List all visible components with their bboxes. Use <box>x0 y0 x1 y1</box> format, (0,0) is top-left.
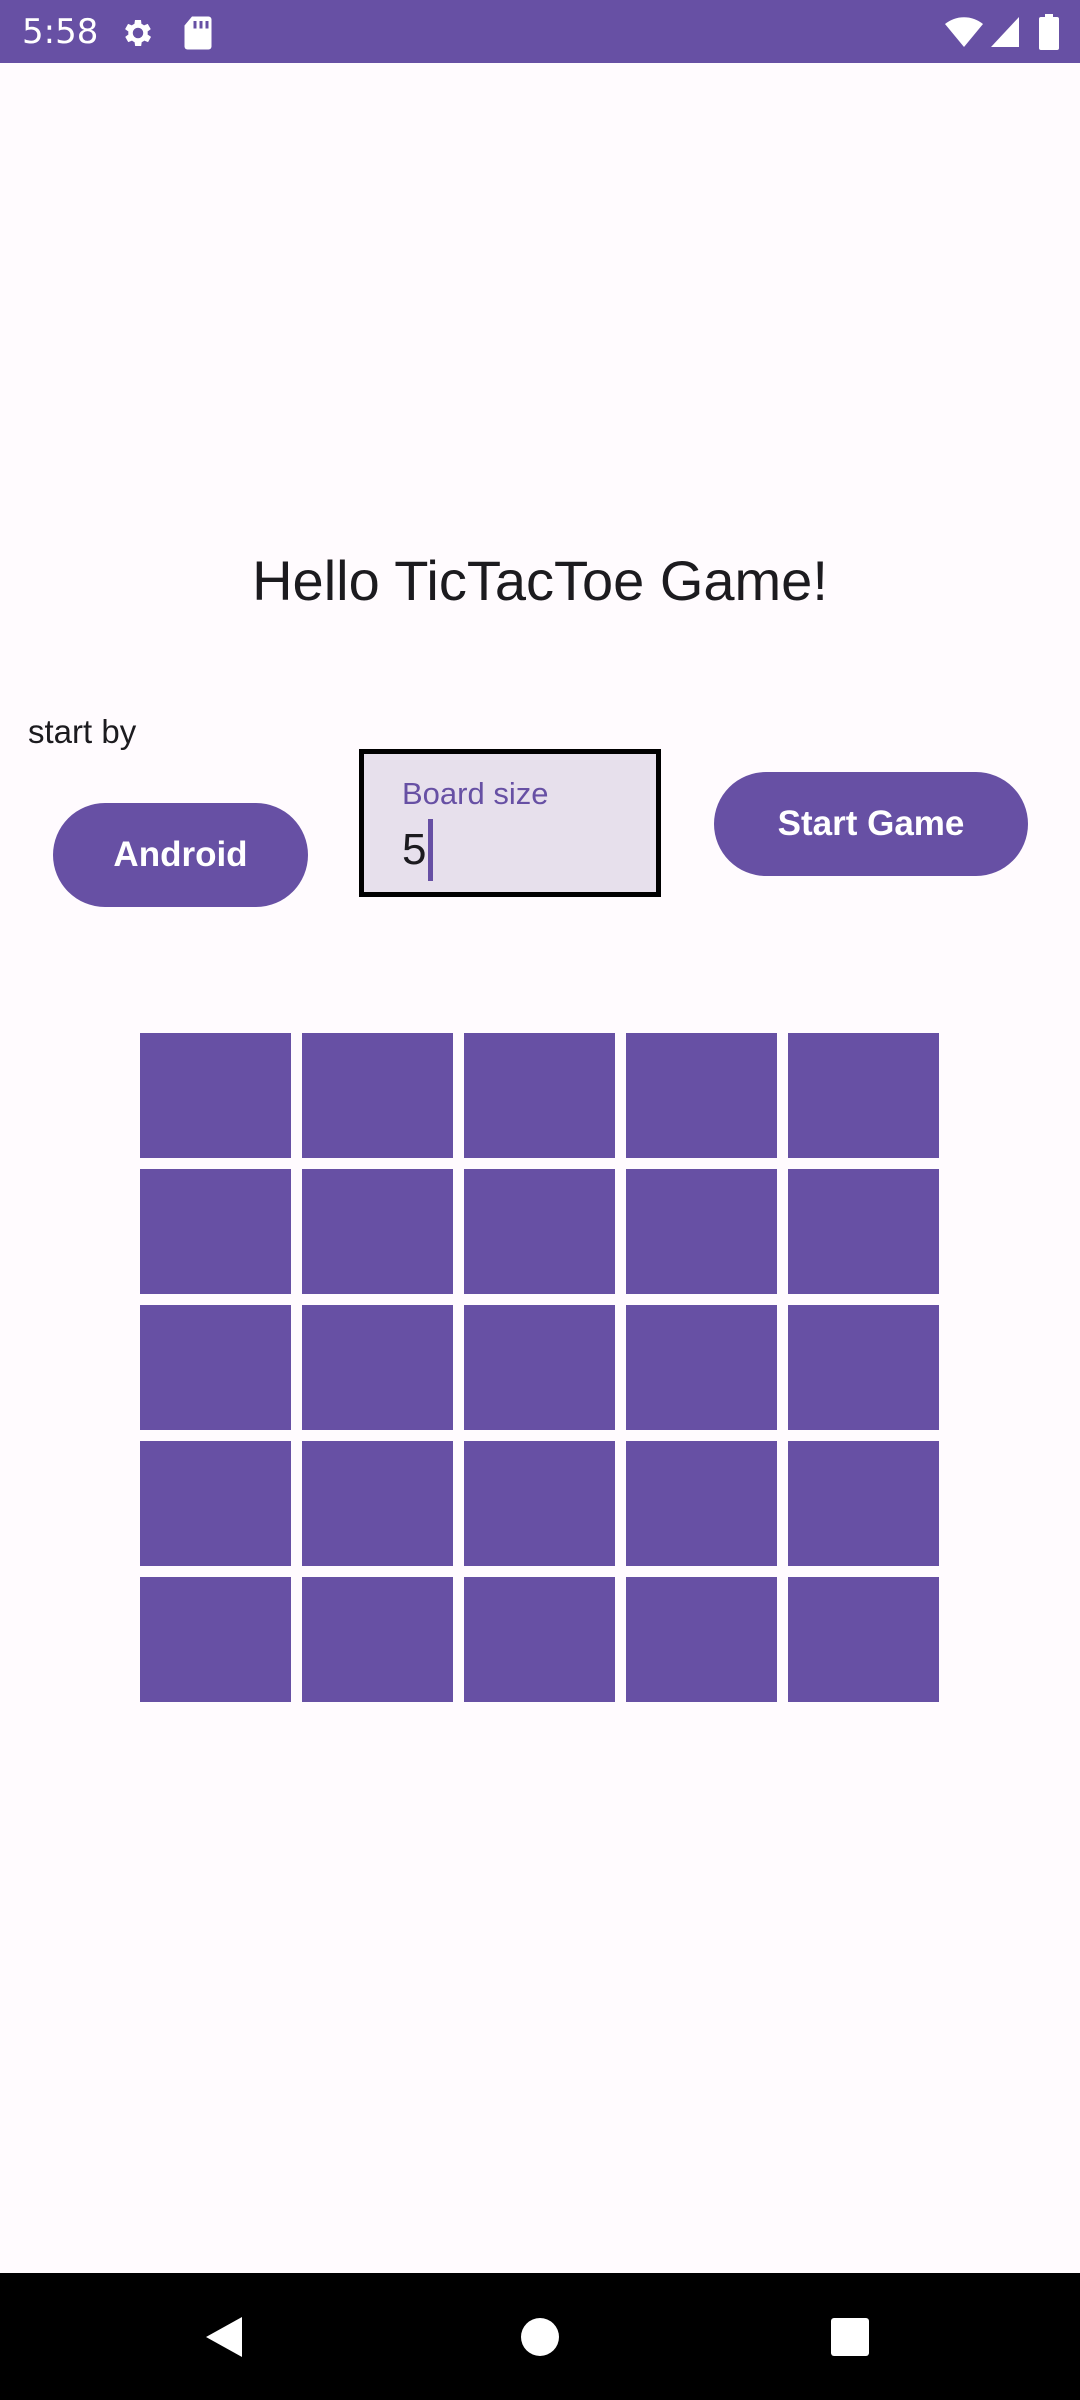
board-cell[interactable] <box>302 1577 453 1702</box>
board-cell[interactable] <box>464 1033 615 1158</box>
battery-icon <box>1039 14 1059 50</box>
board-size-field[interactable]: Board size 5 <box>359 749 661 897</box>
home-icon[interactable] <box>520 2317 560 2357</box>
board-cell[interactable] <box>302 1305 453 1430</box>
page-title: Hello TicTacToe Game! <box>252 549 828 612</box>
board-size-label: Board size <box>402 776 549 811</box>
board-cell[interactable] <box>140 1441 291 1566</box>
board-cell[interactable] <box>626 1305 777 1430</box>
status-time: 5:58 <box>22 12 99 52</box>
signal-icon <box>991 17 1019 47</box>
start-game-button[interactable]: Start Game <box>714 772 1028 876</box>
board-cell[interactable] <box>140 1577 291 1702</box>
board-cell[interactable] <box>302 1033 453 1158</box>
board-cell[interactable] <box>788 1033 939 1158</box>
gear-icon <box>125 19 152 47</box>
board-cell[interactable] <box>464 1441 615 1566</box>
wifi-icon <box>945 17 983 47</box>
back-icon[interactable] <box>202 2313 246 2361</box>
board-cell[interactable] <box>140 1305 291 1430</box>
board-cell[interactable] <box>140 1169 291 1294</box>
board-cell[interactable] <box>788 1305 939 1430</box>
start-by-label: start by <box>28 713 137 750</box>
board-cell[interactable] <box>788 1441 939 1566</box>
app-screen: 5:58 Hello TicTacToe Game! start by Andr… <box>0 0 1080 2400</box>
board-size-input[interactable]: 5 <box>402 819 434 881</box>
board-size-value: 5 <box>402 825 427 874</box>
board-cell[interactable] <box>626 1169 777 1294</box>
sd-card-icon <box>184 16 212 50</box>
board-cell[interactable] <box>464 1577 615 1702</box>
board-cell[interactable] <box>626 1441 777 1566</box>
text-cursor <box>428 819 434 881</box>
navigation-bar <box>0 2273 1080 2400</box>
board-cell[interactable] <box>464 1169 615 1294</box>
board-cell[interactable] <box>788 1577 939 1702</box>
board-cell[interactable] <box>626 1577 777 1702</box>
board-cell[interactable] <box>788 1169 939 1294</box>
recents-icon[interactable] <box>830 2317 870 2357</box>
board-cell[interactable] <box>140 1033 291 1158</box>
board-cell[interactable] <box>302 1169 453 1294</box>
game-board <box>140 1033 940 1702</box>
board-cell[interactable] <box>302 1441 453 1566</box>
status-bar: 5:58 <box>0 0 1080 63</box>
board-cell[interactable] <box>626 1033 777 1158</box>
start-player-button[interactable]: Android <box>53 803 308 907</box>
board-cell[interactable] <box>464 1305 615 1430</box>
